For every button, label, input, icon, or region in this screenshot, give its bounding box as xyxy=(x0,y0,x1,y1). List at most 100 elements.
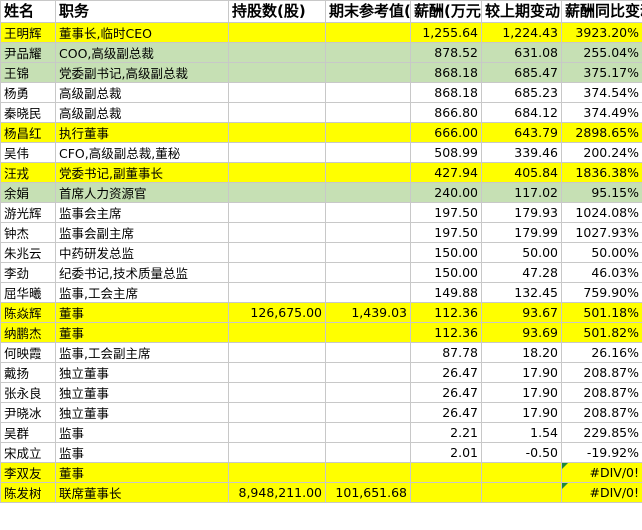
cell-change[interactable]: 684.12 xyxy=(481,102,562,123)
cell-name[interactable]: 李劲 xyxy=(0,262,56,283)
cell-change[interactable]: 93.69 xyxy=(481,322,562,343)
cell-salary[interactable]: 2.01 xyxy=(410,442,482,463)
cell-shares[interactable] xyxy=(228,122,326,143)
cell-change[interactable]: -0.50 xyxy=(481,442,562,463)
cell-position[interactable]: 监事,工会副主席 xyxy=(55,342,229,363)
cell-salary[interactable]: 197.50 xyxy=(410,222,482,243)
cell-yoy[interactable]: 1024.08% xyxy=(561,202,642,223)
cell-change[interactable]: 405.84 xyxy=(481,162,562,183)
cell-salary[interactable]: 240.00 xyxy=(410,182,482,203)
cell-name[interactable]: 陈发树 xyxy=(0,482,56,503)
cell-shares[interactable] xyxy=(228,442,326,463)
cell-salary[interactable]: 508.99 xyxy=(410,142,482,163)
cell-name[interactable]: 张永良 xyxy=(0,382,56,403)
cell-yoy[interactable]: 229.85% xyxy=(561,422,642,443)
cell-shares[interactable] xyxy=(228,242,326,263)
cell-shares[interactable] xyxy=(228,382,326,403)
cell-change[interactable]: 179.93 xyxy=(481,202,562,223)
cell-position[interactable]: 独立董事 xyxy=(55,402,229,423)
cell-yoy[interactable]: #DIV/0! xyxy=(561,482,642,503)
cell-position[interactable]: 高级副总裁 xyxy=(55,102,229,123)
cell-change[interactable]: 17.90 xyxy=(481,382,562,403)
cell-yoy[interactable]: #DIV/0! xyxy=(561,462,642,483)
cell-position[interactable]: 执行董事 xyxy=(55,122,229,143)
cell-position[interactable]: 监事会副主席 xyxy=(55,222,229,243)
cell-salary[interactable]: 150.00 xyxy=(410,242,482,263)
cell-salary[interactable]: 866.80 xyxy=(410,102,482,123)
cell-name[interactable]: 杨昌红 xyxy=(0,122,56,143)
cell-salary[interactable]: 26.47 xyxy=(410,382,482,403)
cell-yoy[interactable]: 208.87% xyxy=(561,382,642,403)
cell-position[interactable]: 党委书记,副董事长 xyxy=(55,162,229,183)
cell-shares[interactable] xyxy=(228,62,326,83)
cell-value[interactable] xyxy=(325,322,411,343)
cell-salary[interactable]: 149.88 xyxy=(410,282,482,303)
cell-change[interactable]: 17.90 xyxy=(481,402,562,423)
cell-shares[interactable]: 126,675.00 xyxy=(228,302,326,323)
cell-salary[interactable]: 112.36 xyxy=(410,302,482,323)
cell-change[interactable] xyxy=(481,462,562,483)
cell-value[interactable] xyxy=(325,222,411,243)
cell-position[interactable]: 纪委书记,技术质量总监 xyxy=(55,262,229,283)
cell-name[interactable]: 汪戎 xyxy=(0,162,56,183)
cell-value[interactable] xyxy=(325,102,411,123)
cell-yoy[interactable]: 3923.20% xyxy=(561,22,642,43)
cell-yoy[interactable]: 46.03% xyxy=(561,262,642,283)
cell-value[interactable] xyxy=(325,262,411,283)
cell-yoy[interactable]: 208.87% xyxy=(561,362,642,383)
cell-name[interactable]: 余娟 xyxy=(0,182,56,203)
cell-shares[interactable] xyxy=(228,22,326,43)
cell-name[interactable]: 王锦 xyxy=(0,62,56,83)
cell-change[interactable]: 17.90 xyxy=(481,362,562,383)
cell-salary[interactable]: 666.00 xyxy=(410,122,482,143)
cell-change[interactable]: 685.23 xyxy=(481,82,562,103)
cell-salary[interactable] xyxy=(410,482,482,503)
cell-salary[interactable]: 87.78 xyxy=(410,342,482,363)
cell-shares[interactable] xyxy=(228,222,326,243)
cell-shares[interactable] xyxy=(228,262,326,283)
cell-shares[interactable] xyxy=(228,162,326,183)
cell-yoy[interactable]: 375.17% xyxy=(561,62,642,83)
cell-change[interactable]: 339.46 xyxy=(481,142,562,163)
cell-shares[interactable]: 8,948,211.00 xyxy=(228,482,326,503)
cell-position[interactable]: 中药研发总监 xyxy=(55,242,229,263)
cell-salary[interactable]: 427.94 xyxy=(410,162,482,183)
cell-value[interactable] xyxy=(325,182,411,203)
cell-change[interactable]: 631.08 xyxy=(481,42,562,63)
cell-salary[interactable]: 1,255.64 xyxy=(410,22,482,43)
cell-change[interactable]: 93.67 xyxy=(481,302,562,323)
cell-change[interactable]: 1,224.43 xyxy=(481,22,562,43)
cell-name[interactable]: 陈焱辉 xyxy=(0,302,56,323)
cell-position[interactable]: 独立董事 xyxy=(55,362,229,383)
cell-value[interactable] xyxy=(325,462,411,483)
cell-value[interactable] xyxy=(325,362,411,383)
cell-change[interactable]: 47.28 xyxy=(481,262,562,283)
cell-value[interactable] xyxy=(325,82,411,103)
cell-salary[interactable]: 26.47 xyxy=(410,362,482,383)
cell-salary[interactable]: 878.52 xyxy=(410,42,482,63)
cell-change[interactable] xyxy=(481,482,562,503)
cell-yoy[interactable]: 26.16% xyxy=(561,342,642,363)
cell-shares[interactable] xyxy=(228,182,326,203)
cell-change[interactable]: 179.99 xyxy=(481,222,562,243)
cell-salary[interactable]: 26.47 xyxy=(410,402,482,423)
cell-position[interactable]: COO,高级副总裁 xyxy=(55,42,229,63)
cell-change[interactable]: 50.00 xyxy=(481,242,562,263)
cell-position[interactable]: 高级副总裁 xyxy=(55,82,229,103)
cell-value[interactable] xyxy=(325,282,411,303)
cell-position[interactable]: 监事 xyxy=(55,422,229,443)
cell-salary[interactable]: 112.36 xyxy=(410,322,482,343)
cell-yoy[interactable]: 759.90% xyxy=(561,282,642,303)
cell-shares[interactable] xyxy=(228,362,326,383)
cell-position[interactable]: CFO,高级副总裁,董秘 xyxy=(55,142,229,163)
cell-change[interactable]: 685.47 xyxy=(481,62,562,83)
cell-shares[interactable] xyxy=(228,282,326,303)
cell-name[interactable]: 王明辉 xyxy=(0,22,56,43)
cell-value[interactable] xyxy=(325,202,411,223)
cell-yoy[interactable]: 255.04% xyxy=(561,42,642,63)
cell-shares[interactable] xyxy=(228,82,326,103)
cell-salary[interactable]: 150.00 xyxy=(410,262,482,283)
cell-value[interactable] xyxy=(325,402,411,423)
cell-yoy[interactable]: 1836.38% xyxy=(561,162,642,183)
cell-name[interactable]: 何映霞 xyxy=(0,342,56,363)
